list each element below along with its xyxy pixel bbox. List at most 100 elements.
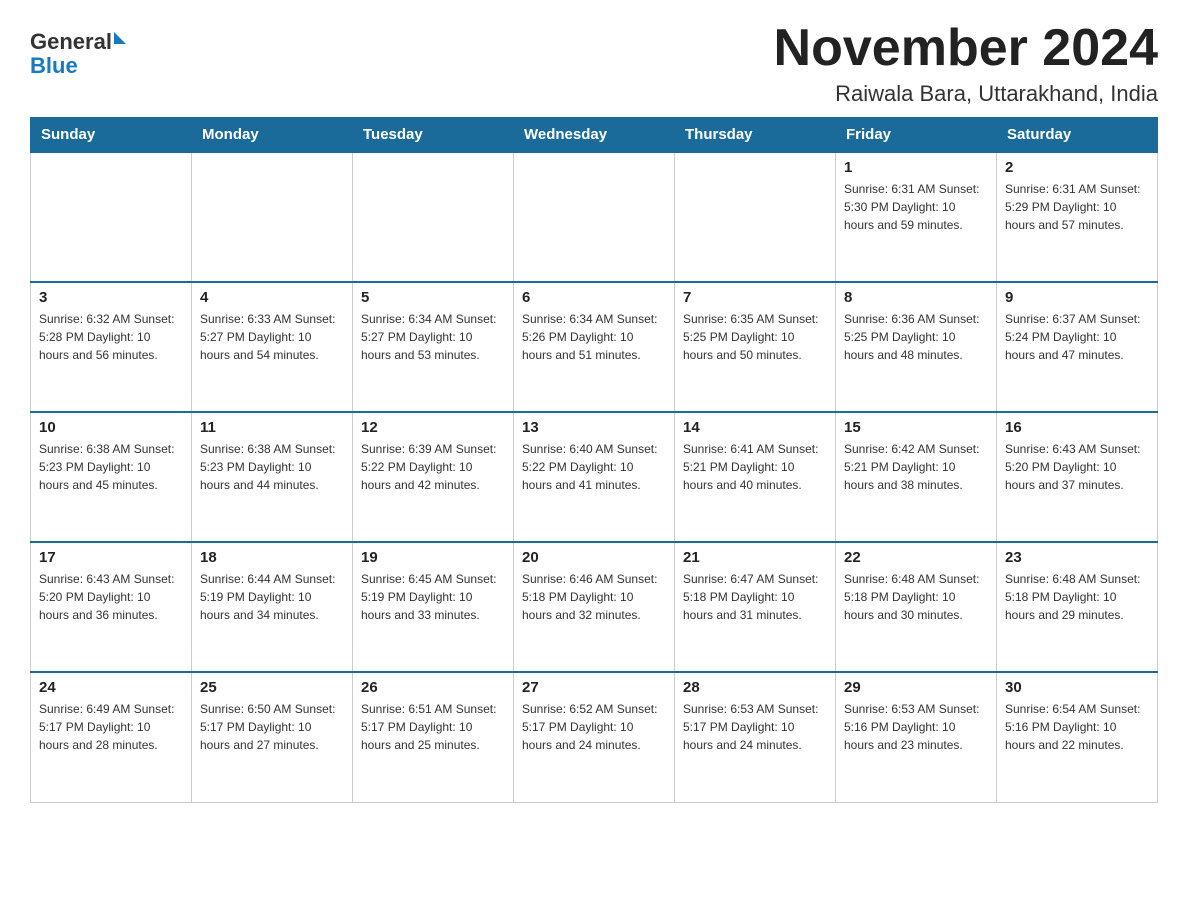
day-info: Sunrise: 6:49 AM Sunset: 5:17 PM Dayligh… [39,700,183,754]
day-info: Sunrise: 6:41 AM Sunset: 5:21 PM Dayligh… [683,440,827,494]
calendar-cell [192,152,353,282]
day-number: 13 [522,419,666,436]
day-info: Sunrise: 6:33 AM Sunset: 5:27 PM Dayligh… [200,310,344,364]
month-title: November 2024 [774,20,1158,77]
header-wednesday: Wednesday [514,118,675,153]
header-tuesday: Tuesday [353,118,514,153]
day-info: Sunrise: 6:31 AM Sunset: 5:29 PM Dayligh… [1005,180,1149,234]
logo-triangle-icon [114,32,126,44]
week-row-1: 1Sunrise: 6:31 AM Sunset: 5:30 PM Daylig… [31,152,1158,282]
day-number: 4 [200,289,344,306]
calendar-cell: 4 Sunrise: 6:33 AM Sunset: 5:27 PM Daylig… [192,282,353,412]
week-row-5: 24 Sunrise: 6:49 AM Sunset: 5:17 PM Dayli… [31,672,1158,802]
day-info: Sunrise: 6:37 AM Sunset: 5:24 PM Dayligh… [1005,310,1149,364]
calendar-cell: 10 Sunrise: 6:38 AM Sunset: 5:23 PM Dayli… [31,412,192,542]
week-row-2: 3Sunrise: 6:32 AM Sunset: 5:28 PM Daylig… [31,282,1158,412]
day-info: Sunrise: 6:53 AM Sunset: 5:17 PM Dayligh… [683,700,827,754]
day-number: 22 [844,549,988,566]
day-number: 18 [200,549,344,566]
day-number: 21 [683,549,827,566]
week-row-4: 17 Sunrise: 6:43 AM Sunset: 5:20 PM Dayli… [31,542,1158,672]
calendar-cell: 16 Sunrise: 6:43 AM Sunset: 5:20 PM Dayli… [997,412,1158,542]
logo-general: General [30,30,112,54]
day-info: Sunrise: 6:48 AM Sunset: 5:18 PM Dayligh… [844,570,988,624]
header-thursday: Thursday [675,118,836,153]
calendar-cell: 15 Sunrise: 6:42 AM Sunset: 5:21 PM Dayli… [836,412,997,542]
calendar-cell: 7 Sunrise: 6:35 AM Sunset: 5:25 PM Daylig… [675,282,836,412]
day-info: Sunrise: 6:46 AM Sunset: 5:18 PM Dayligh… [522,570,666,624]
calendar-cell: 8 Sunrise: 6:36 AM Sunset: 5:25 PM Daylig… [836,282,997,412]
day-info: Sunrise: 6:34 AM Sunset: 5:27 PM Dayligh… [361,310,505,364]
day-info: Sunrise: 6:54 AM Sunset: 5:16 PM Dayligh… [1005,700,1149,754]
header-friday: Friday [836,118,997,153]
calendar-cell: 23 Sunrise: 6:48 AM Sunset: 5:18 PM Dayli… [997,542,1158,672]
calendar-cell: 27Sunrise: 6:52 AM Sunset: 5:17 PM Dayli… [514,672,675,802]
calendar-table: SundayMondayTuesdayWednesdayThursdayFrid… [30,117,1158,803]
calendar-cell: 2 Sunrise: 6:31 AM Sunset: 5:29 PM Daylig… [997,152,1158,282]
calendar-cell: 24 Sunrise: 6:49 AM Sunset: 5:17 PM Dayli… [31,672,192,802]
calendar-cell: 9Sunrise: 6:37 AM Sunset: 5:24 PM Daylig… [997,282,1158,412]
header-saturday: Saturday [997,118,1158,153]
day-number: 20 [522,549,666,566]
day-number: 16 [1005,419,1149,436]
day-number: 6 [522,289,666,306]
day-info: Sunrise: 6:51 AM Sunset: 5:17 PM Dayligh… [361,700,505,754]
day-info: Sunrise: 6:32 AM Sunset: 5:28 PM Dayligh… [39,310,183,364]
calendar-cell: 25 Sunrise: 6:50 AM Sunset: 5:17 PM Dayli… [192,672,353,802]
day-info: Sunrise: 6:38 AM Sunset: 5:23 PM Dayligh… [39,440,183,494]
day-number: 8 [844,289,988,306]
week-row-3: 10 Sunrise: 6:38 AM Sunset: 5:23 PM Dayli… [31,412,1158,542]
day-number: 1 [844,159,988,176]
calendar-cell: 14Sunrise: 6:41 AM Sunset: 5:21 PM Dayli… [675,412,836,542]
logo-blue: Blue [30,53,78,78]
calendar-header-row: SundayMondayTuesdayWednesdayThursdayFrid… [31,118,1158,153]
calendar-cell: 26 Sunrise: 6:51 AM Sunset: 5:17 PM Dayli… [353,672,514,802]
day-number: 29 [844,679,988,696]
day-info: Sunrise: 6:34 AM Sunset: 5:26 PM Dayligh… [522,310,666,364]
calendar-cell: 3Sunrise: 6:32 AM Sunset: 5:28 PM Daylig… [31,282,192,412]
calendar-cell: 21 Sunrise: 6:47 AM Sunset: 5:18 PM Dayli… [675,542,836,672]
calendar-cell [514,152,675,282]
calendar-cell [675,152,836,282]
day-info: Sunrise: 6:38 AM Sunset: 5:23 PM Dayligh… [200,440,344,494]
calendar-cell: 17 Sunrise: 6:43 AM Sunset: 5:20 PM Dayli… [31,542,192,672]
day-number: 2 [1005,159,1149,176]
header-sunday: Sunday [31,118,192,153]
day-number: 10 [39,419,183,436]
calendar-cell: 11Sunrise: 6:38 AM Sunset: 5:23 PM Dayli… [192,412,353,542]
day-number: 5 [361,289,505,306]
day-info: Sunrise: 6:36 AM Sunset: 5:25 PM Dayligh… [844,310,988,364]
day-number: 27 [522,679,666,696]
calendar-cell: 22 Sunrise: 6:48 AM Sunset: 5:18 PM Dayli… [836,542,997,672]
calendar-cell: 19Sunrise: 6:45 AM Sunset: 5:19 PM Dayli… [353,542,514,672]
calendar-cell: 1Sunrise: 6:31 AM Sunset: 5:30 PM Daylig… [836,152,997,282]
calendar-cell: 5 Sunrise: 6:34 AM Sunset: 5:27 PM Daylig… [353,282,514,412]
day-info: Sunrise: 6:53 AM Sunset: 5:16 PM Dayligh… [844,700,988,754]
day-number: 23 [1005,549,1149,566]
day-info: Sunrise: 6:35 AM Sunset: 5:25 PM Dayligh… [683,310,827,364]
calendar-cell: 18Sunrise: 6:44 AM Sunset: 5:19 PM Dayli… [192,542,353,672]
day-number: 26 [361,679,505,696]
day-info: Sunrise: 6:45 AM Sunset: 5:19 PM Dayligh… [361,570,505,624]
page-header: General Blue November 2024 Raiwala Bara,… [30,20,1158,107]
day-info: Sunrise: 6:42 AM Sunset: 5:21 PM Dayligh… [844,440,988,494]
day-number: 12 [361,419,505,436]
calendar-cell: 12Sunrise: 6:39 AM Sunset: 5:22 PM Dayli… [353,412,514,542]
day-number: 28 [683,679,827,696]
day-number: 25 [200,679,344,696]
day-number: 17 [39,549,183,566]
day-info: Sunrise: 6:43 AM Sunset: 5:20 PM Dayligh… [1005,440,1149,494]
title-area: November 2024 Raiwala Bara, Uttarakhand,… [774,20,1158,107]
day-info: Sunrise: 6:43 AM Sunset: 5:20 PM Dayligh… [39,570,183,624]
calendar-cell: 20 Sunrise: 6:46 AM Sunset: 5:18 PM Dayli… [514,542,675,672]
day-info: Sunrise: 6:47 AM Sunset: 5:18 PM Dayligh… [683,570,827,624]
day-number: 30 [1005,679,1149,696]
day-number: 15 [844,419,988,436]
calendar-cell: 13Sunrise: 6:40 AM Sunset: 5:22 PM Dayli… [514,412,675,542]
day-info: Sunrise: 6:48 AM Sunset: 5:18 PM Dayligh… [1005,570,1149,624]
day-info: Sunrise: 6:50 AM Sunset: 5:17 PM Dayligh… [200,700,344,754]
calendar-cell: 6 Sunrise: 6:34 AM Sunset: 5:26 PM Daylig… [514,282,675,412]
day-number: 24 [39,679,183,696]
calendar-cell: 28 Sunrise: 6:53 AM Sunset: 5:17 PM Dayli… [675,672,836,802]
day-number: 7 [683,289,827,306]
